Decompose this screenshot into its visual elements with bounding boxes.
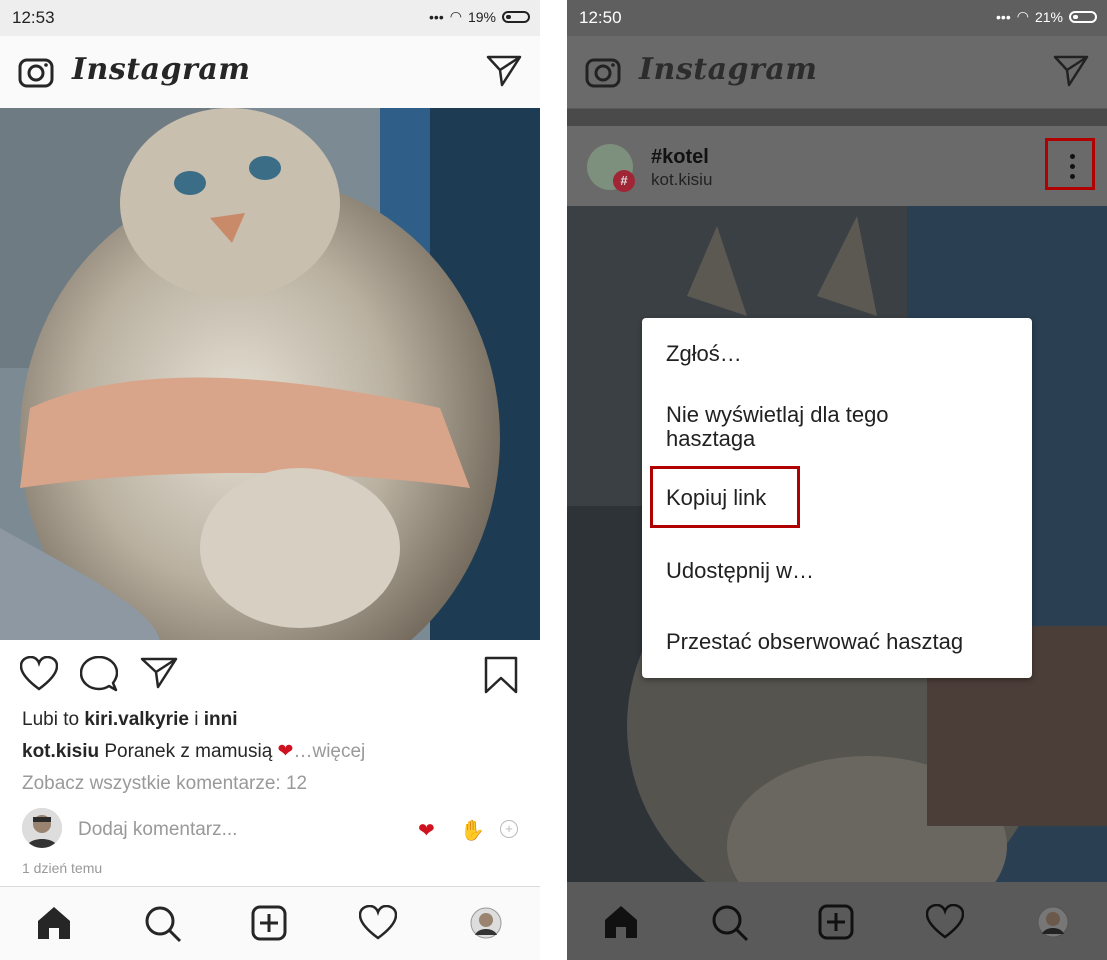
menu-item-share[interactable]: Udostępnij w…	[666, 559, 814, 583]
view-comments-link[interactable]: Zobacz wszystkie komentarze: 12	[22, 773, 307, 795]
more-dots-icon	[1070, 154, 1075, 184]
battery-icon	[502, 10, 530, 23]
send-icon[interactable]	[486, 54, 522, 93]
caption-more-link[interactable]: …więcej	[293, 741, 365, 762]
add-comment-row: Dodaj komentarz... ❤ ✋ +	[22, 808, 522, 852]
activity-icon[interactable]	[358, 904, 398, 946]
menu-item-copy-link[interactable]: Kopiuj link	[666, 486, 766, 510]
status-time: 12:50	[579, 8, 622, 27]
search-icon[interactable]	[144, 905, 182, 948]
heart-emoji-button[interactable]: ❤	[418, 818, 435, 843]
top-bar: Instagram	[567, 36, 1107, 109]
likes-join: i	[194, 709, 199, 730]
avatar	[22, 808, 62, 848]
right-phone-screen: 12:50 ••• ◠ 21% Instagram # #kotel kot.k…	[567, 0, 1107, 960]
hashtag-post-header: # #kotel kot.kisiu	[567, 126, 1107, 206]
caption-user-link[interactable]: kot.kisiu	[22, 741, 99, 762]
top-bar: Instagram	[0, 36, 540, 109]
home-icon[interactable]	[36, 905, 72, 946]
hashtag-badge-icon: #	[613, 170, 635, 192]
left-phone-screen: 12:53 ••• ◠ 19% Instagram Lubi to kiri.v…	[0, 0, 540, 960]
post-actions	[0, 640, 540, 710]
menu-item-hide-hashtag[interactable]: Nie wyświetlaj dla tego hasztaga	[666, 403, 966, 451]
hashtag-post-user[interactable]: kot.kisiu	[651, 170, 712, 190]
caption-line: kot.kisiu Poranek z mamusią ❤…więcej	[22, 740, 365, 763]
signal-icon: •••	[996, 8, 1011, 25]
more-options-button[interactable]	[1045, 138, 1095, 190]
camera-icon[interactable]	[18, 54, 54, 95]
comment-icon[interactable]	[79, 655, 119, 697]
profile-icon[interactable]	[1037, 906, 1069, 943]
options-menu: Zgłoś… Nie wyświetlaj dla tego hasztaga …	[642, 318, 1032, 678]
search-icon[interactable]	[711, 904, 749, 947]
camera-icon[interactable]	[585, 54, 621, 95]
likes-others-link[interactable]: inni	[204, 709, 238, 730]
add-icon[interactable]	[251, 905, 287, 946]
menu-item-unfollow-hashtag[interactable]: Przestać obserwować hasztag	[666, 630, 963, 654]
add-icon[interactable]	[818, 904, 854, 945]
signal-icon: •••	[429, 8, 444, 25]
battery-percent: 21%	[1034, 8, 1063, 25]
heart-emoji-icon: ❤	[277, 741, 294, 762]
add-emoji-icon[interactable]: +	[500, 820, 518, 838]
instagram-logo: Instagram	[72, 52, 251, 87]
likes-line: Lubi to kiri.valkyrie i inni	[22, 709, 238, 731]
likes-prefix: Lubi to	[22, 709, 80, 730]
bookmark-icon[interactable]	[484, 656, 518, 699]
status-icons: ••• ◠ 21%	[996, 8, 1097, 25]
activity-icon[interactable]	[925, 903, 965, 945]
home-icon[interactable]	[603, 904, 639, 945]
hashtag-title[interactable]: #kotel	[651, 146, 709, 169]
wifi-icon: ◠	[449, 8, 462, 24]
bottom-nav	[567, 882, 1107, 960]
battery-icon	[1069, 10, 1097, 23]
status-bar: 12:50 ••• ◠ 21%	[567, 0, 1107, 36]
post-timestamp: 1 dzień temu	[22, 860, 103, 876]
bottom-nav	[0, 886, 540, 960]
status-time: 12:53	[12, 8, 55, 27]
post-photo[interactable]	[0, 108, 540, 640]
comment-input[interactable]: Dodaj komentarz...	[78, 819, 237, 841]
send-icon[interactable]	[1053, 54, 1089, 93]
status-bar: 12:53 ••• ◠ 19%	[0, 0, 540, 36]
heart-icon[interactable]	[19, 655, 59, 697]
menu-item-report[interactable]: Zgłoś…	[666, 342, 742, 366]
raised-hands-emoji-button[interactable]: ✋	[460, 818, 485, 843]
instagram-logo: Instagram	[639, 52, 818, 87]
status-icons: ••• ◠ 19%	[429, 8, 530, 25]
share-icon[interactable]	[140, 656, 178, 695]
wifi-icon: ◠	[1016, 8, 1029, 24]
caption-text: Poranek z mamusią	[104, 741, 273, 762]
profile-icon[interactable]	[470, 907, 502, 944]
battery-percent: 19%	[467, 8, 496, 25]
likes-user-link[interactable]: kiri.valkyrie	[84, 709, 189, 730]
